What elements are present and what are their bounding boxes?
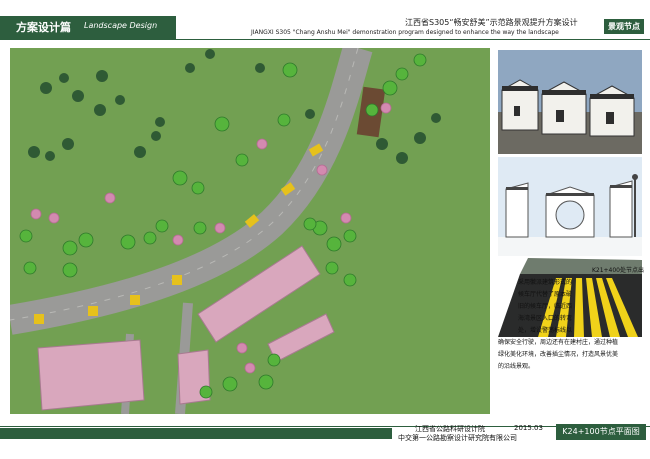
section-tag: 景观节点 (604, 19, 644, 34)
footer-band (0, 428, 392, 439)
photo-bus-shelter-elevation (498, 157, 642, 256)
description-line: 海湾景区入口的转弯 (518, 315, 573, 322)
survey-company: 中交第一公路勘察设计研究院有限公司 (398, 434, 517, 442)
photo-huizhou-architecture (498, 50, 642, 154)
project-title-cn: 江西省S305“畅安舒美”示范路景观提升方案设计 (405, 18, 578, 27)
header-rule (0, 39, 650, 40)
section-subtitle: Landscape Design (84, 21, 158, 30)
drawing-title: K24+100节点平面图 (556, 424, 646, 440)
description-line: 确保安全行驶，周边还有在建村庄，通过种植 (498, 339, 619, 346)
description-line: 处，增设警荡标线以 (518, 327, 573, 334)
footer-rule (0, 426, 650, 427)
description-line: 的沿线景观。 (498, 363, 535, 370)
description-line: K21+400处节点出 (591, 267, 644, 274)
drawing-date: 2015.03 (514, 424, 543, 432)
description-line: 候车厅代替了原本破 (518, 291, 573, 298)
project-title-en: JIANGXI S305 "Chang Anshu Mei" demonstra… (251, 29, 559, 36)
site-plan-map (10, 48, 490, 414)
node-description: K21+400处节点出 采用徽派建筑形式的 候车厅代替了原本破 旧的候车厅，临近… (498, 265, 644, 373)
description-line: 采用徽派建筑形式的 (518, 279, 573, 286)
section-title: 方案设计篇 (16, 21, 71, 34)
description-line: 旧的候车厅，临近西 (518, 303, 573, 310)
description-line: 绿化美化环境，改善插尘情况，打造风景优美 (498, 351, 619, 358)
